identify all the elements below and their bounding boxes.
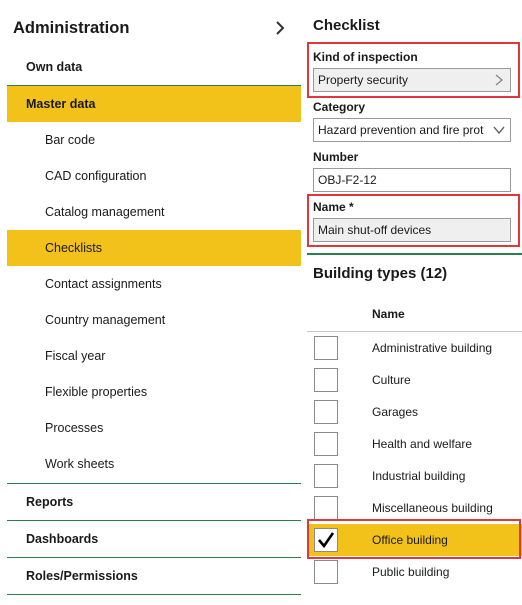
nav-subitem-label: Checklists — [45, 241, 102, 255]
row-name: Administrative building — [372, 341, 493, 355]
table-row[interactable]: Culture — [307, 364, 522, 396]
nav-subitem-label: Catalog management — [45, 205, 165, 219]
table-row[interactable]: Industrial building — [307, 460, 522, 492]
category-value: Hazard prevention and fire prot — [318, 123, 484, 137]
nav-subitem-flexible-properties[interactable]: Flexible properties — [7, 374, 301, 410]
nav-header: Administration — [13, 17, 293, 39]
kind-of-inspection-value: Property security — [318, 73, 409, 87]
row-checkbox[interactable] — [314, 432, 338, 456]
nav-item-label: Reports — [26, 495, 74, 509]
chevron-right-icon — [495, 74, 504, 86]
nav-subitem-label: Work sheets — [45, 457, 115, 471]
number-label: Number — [313, 150, 359, 164]
nav-subitem-fiscal-year[interactable]: Fiscal year — [7, 338, 301, 374]
nav-item-dashboards[interactable]: Dashboards — [7, 521, 301, 557]
category-label: Category — [313, 100, 366, 114]
nav-subitem-contact-assignments[interactable]: Contact assignments — [7, 266, 301, 302]
row-name: Garages — [372, 405, 419, 419]
row-checkbox[interactable] — [314, 400, 338, 424]
row-name: Public building — [372, 565, 450, 579]
building-types-title: Building types (12) — [313, 265, 448, 282]
kind-of-inspection-field[interactable]: Property security — [313, 68, 511, 92]
highlight-office-building — [307, 519, 521, 559]
row-checkbox[interactable] — [314, 336, 338, 360]
column-header-name[interactable]: Name — [372, 296, 405, 332]
row-checkbox[interactable] — [314, 464, 338, 488]
nav-item-reports[interactable]: Reports — [7, 484, 301, 520]
table-row[interactable]: Health and welfare — [307, 428, 522, 460]
number-field[interactable]: OBJ-F2-12 — [313, 168, 511, 192]
nav-subitem-work-sheets[interactable]: Work sheets — [7, 446, 301, 482]
nav-subitem-checklists[interactable]: Checklists — [7, 230, 301, 266]
admin-nav: Administration Own data Master data Bar … — [0, 0, 302, 605]
nav-item-master-data[interactable]: Master data — [7, 86, 301, 122]
kind-of-inspection-label: Kind of inspection — [313, 50, 418, 64]
building-types-header: Name — [307, 296, 522, 332]
nav-item-roles-permissions[interactable]: Roles/Permissions — [7, 558, 301, 594]
section-divider — [307, 253, 522, 255]
nav-subitem-processes[interactable]: Processes — [7, 410, 301, 446]
nav-subitem-label: Country management — [45, 313, 166, 327]
name-value: Main shut-off devices — [318, 223, 432, 237]
nav-item-label: Dashboards — [26, 532, 99, 546]
nav-subitem-label: Fiscal year — [45, 349, 106, 363]
chevron-down-icon — [493, 126, 505, 135]
chevron-right-icon[interactable] — [271, 19, 289, 37]
nav-subitem-catalog-management[interactable]: Catalog management — [7, 194, 301, 230]
category-select[interactable]: Hazard prevention and fire prot — [313, 118, 511, 142]
table-row[interactable]: Garages — [307, 396, 522, 428]
nav-subitem-label: Bar code — [45, 133, 96, 147]
table-row[interactable]: Public building — [307, 556, 522, 588]
nav-subitem-cad-configuration[interactable]: CAD configuration — [7, 158, 301, 194]
table-row[interactable]: Administrative building — [307, 332, 522, 364]
checklist-panel: Checklist Kind of inspection Property se… — [307, 0, 522, 605]
nav-subitem-label: Flexible properties — [45, 385, 148, 399]
nav-item-label: Roles/Permissions — [26, 569, 138, 583]
number-value: OBJ-F2-12 — [318, 173, 377, 187]
nav-subitem-label: Processes — [45, 421, 104, 435]
row-checkbox[interactable] — [314, 560, 338, 584]
nav-subitem-label: CAD configuration — [45, 169, 147, 183]
nav-item-own-data[interactable]: Own data — [7, 49, 301, 85]
nav-item-label: Master data — [26, 97, 96, 111]
app-root: Administration Own data Master data Bar … — [0, 0, 522, 605]
row-name: Industrial building — [372, 469, 466, 483]
nav-subitem-label: Contact assignments — [45, 277, 162, 291]
nav-item-label: Own data — [26, 60, 83, 74]
nav-divider — [7, 594, 301, 595]
panel-title: Checklist — [313, 17, 380, 34]
nav-subitem-bar-code[interactable]: Bar code — [7, 122, 301, 158]
name-label: Name * — [313, 200, 354, 214]
row-checkbox[interactable] — [314, 368, 338, 392]
row-name: Culture — [372, 373, 411, 387]
row-checkbox[interactable] — [314, 496, 338, 520]
nav-title: Administration — [13, 19, 130, 37]
name-field[interactable]: Main shut-off devices — [313, 218, 511, 242]
nav-subitem-country-management[interactable]: Country management — [7, 302, 301, 338]
row-name: Health and welfare — [372, 437, 473, 451]
